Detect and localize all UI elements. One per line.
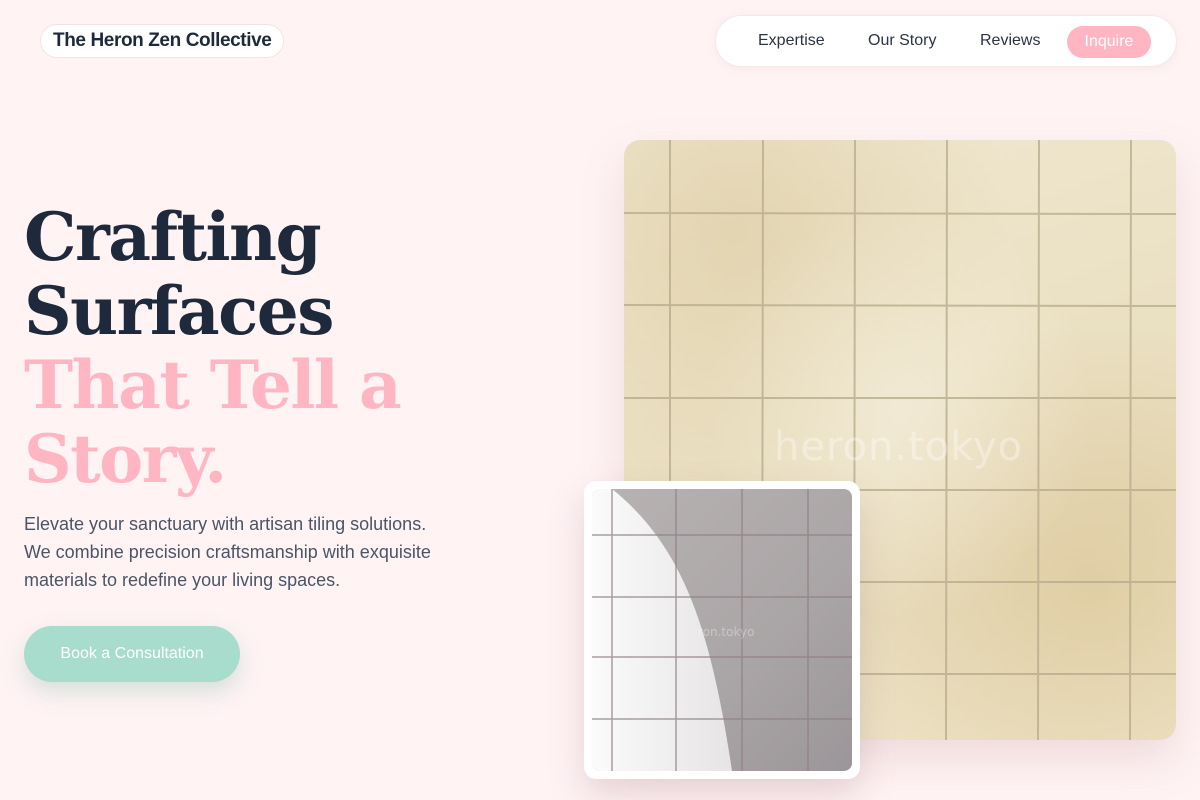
book-consultation-label: Book a Consultation — [60, 645, 204, 662]
secondary-tile-image-card: ron.tokyo — [584, 481, 860, 779]
book-consultation-button[interactable]: Book a Consultation — [24, 626, 240, 682]
headline-line-3: That Tell a — [24, 346, 402, 424]
nav-link-expertise[interactable]: Expertise — [758, 32, 825, 50]
nav-link-reviews[interactable]: Reviews — [980, 32, 1040, 50]
brand-logo[interactable]: The Heron Zen Collective — [40, 24, 285, 58]
headline-line-4: Story. — [24, 420, 227, 498]
hero-headline: Crafting Surfaces That Tell a Story. — [24, 200, 584, 496]
description-line-2: We combine precision craftsmanship with … — [24, 542, 431, 562]
inquire-button[interactable]: Inquire — [1067, 26, 1151, 58]
hero-description: Elevate your sanctuary with artisan tili… — [24, 510, 484, 594]
secondary-image-watermark: ron.tokyo — [698, 625, 755, 639]
headline-line-1: Crafting — [24, 198, 322, 276]
brand-name: The Heron Zen Collective — [53, 30, 272, 51]
main-image-watermark: heron.tokyo — [774, 424, 1024, 470]
nav-link-our-story[interactable]: Our Story — [868, 32, 936, 50]
description-line-3: materials to redefine your living spaces… — [24, 570, 341, 590]
top-nav: Expertise Our Story Reviews Inquire — [715, 15, 1177, 67]
description-line-1: Elevate your sanctuary with artisan tili… — [24, 514, 427, 534]
secondary-tile-image: ron.tokyo — [592, 489, 852, 771]
headline-line-2: Surfaces — [24, 272, 334, 350]
